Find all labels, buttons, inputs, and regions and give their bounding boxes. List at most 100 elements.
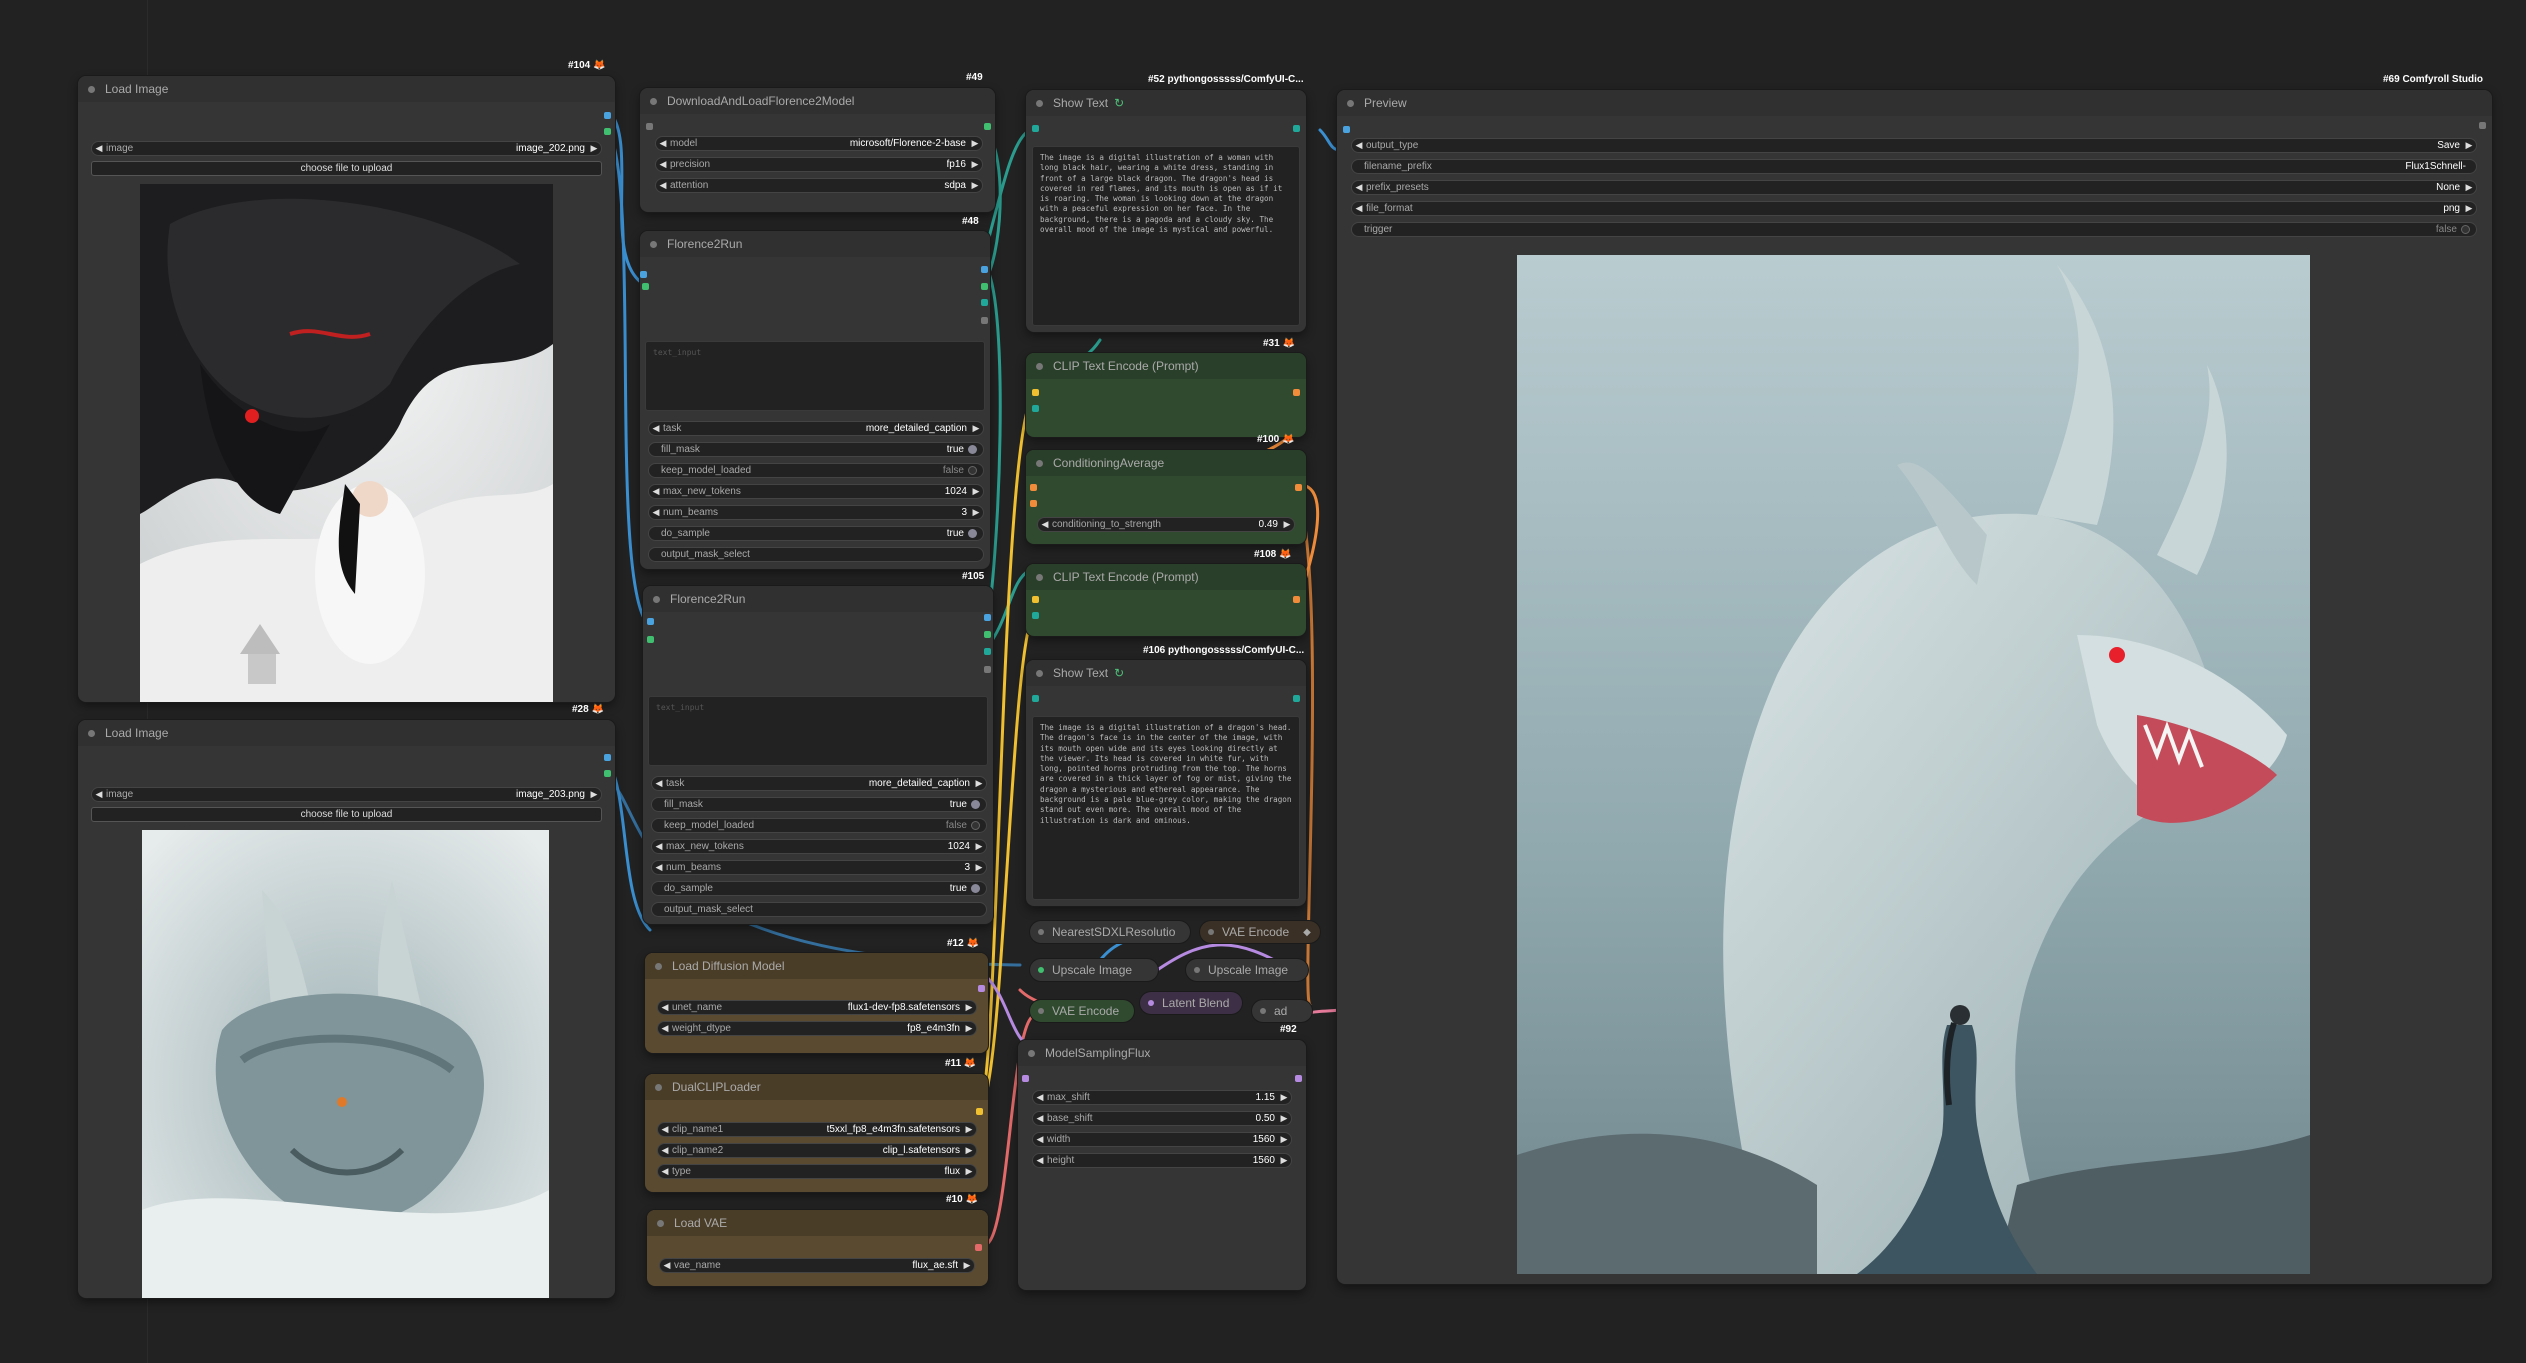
arrow-left-icon[interactable]: ◀ — [1033, 1155, 1047, 1166]
output-port-string[interactable] — [1293, 695, 1300, 702]
output-port-image[interactable] — [604, 754, 611, 761]
caption-text-display[interactable]: The image is a digital illustration of a… — [1032, 146, 1300, 326]
arrow-right-icon[interactable]: ▶ — [962, 1166, 976, 1177]
toggle-keep-model-loaded[interactable]: keep_model_loaded false — [648, 463, 984, 478]
input-port-images[interactable] — [1343, 126, 1350, 133]
arrow-left-icon[interactable]: ◀ — [658, 1145, 672, 1156]
arrow-right-icon[interactable]: ▶ — [587, 143, 601, 154]
toggle-off-icon[interactable] — [968, 466, 977, 475]
load-diffusion-model-node[interactable]: Load Diffusion Model ◀ unet_name flux1-dev… — [645, 953, 988, 1053]
collapse-dot-icon[interactable] — [1194, 967, 1200, 973]
show-text-node-1[interactable]: Show Text ↻ The image is a digital illust… — [1026, 90, 1306, 332]
input-port-clip[interactable] — [1032, 389, 1039, 396]
collapse-dot-icon[interactable] — [657, 1219, 664, 1227]
arrow-left-icon[interactable]: ◀ — [92, 789, 106, 800]
input-port-text[interactable] — [1032, 695, 1039, 702]
widget-model[interactable]: ◀ model microsoft/Florence-2-base ▶ — [655, 136, 983, 151]
arrow-right-icon[interactable]: ▶ — [2462, 140, 2476, 151]
conditioning-average-node[interactable]: ConditioningAverage ◀ conditioning_to_str… — [1026, 450, 1306, 544]
widget-task[interactable]: ◀ task more_detailed_caption ▶ — [651, 776, 987, 791]
toggle-fill-mask[interactable]: fill_mask true — [648, 442, 984, 457]
widget-height[interactable]: ◀ height 1560 ▶ — [1032, 1153, 1292, 1168]
arrow-left-icon[interactable]: ◀ — [658, 1124, 672, 1135]
collapse-dot-icon[interactable] — [1148, 1000, 1154, 1006]
input-port-model[interactable] — [1022, 1075, 1029, 1082]
widget-num-beams[interactable]: ◀ num_beams 3 ▶ — [648, 505, 984, 520]
output-port-data[interactable] — [984, 666, 991, 673]
clip-text-encode-node-2[interactable]: CLIP Text Encode (Prompt) — [1026, 564, 1306, 636]
widget-type[interactable]: ◀ type flux ▶ — [657, 1164, 977, 1179]
arrow-right-icon[interactable]: ▶ — [962, 1124, 976, 1135]
output-port-model[interactable] — [984, 123, 991, 130]
widget-conditioning-to-strength[interactable]: ◀ conditioning_to_strength 0.49 ▶ — [1037, 517, 1295, 532]
output-port-mask[interactable] — [984, 631, 991, 638]
collapse-dot-icon[interactable] — [1036, 362, 1043, 370]
widget-output-type[interactable]: ◀ output_type Save ▶ — [1351, 138, 2477, 153]
output-port-images[interactable] — [2479, 122, 2486, 129]
load-image-node-1[interactable]: Load Image ◀ image image_202.png ▶ choos… — [78, 76, 615, 702]
arrow-left-icon[interactable]: ◀ — [658, 1002, 672, 1013]
arrow-left-icon[interactable]: ◀ — [652, 841, 666, 852]
collapse-dot-icon[interactable] — [1028, 1049, 1035, 1057]
widget-clip-name1[interactable]: ◀ clip_name1 t5xxl_fp8_e4m3fn.safetensors ▶ — [657, 1122, 977, 1137]
arrow-left-icon[interactable]: ◀ — [656, 159, 670, 170]
input-port-lora[interactable] — [646, 123, 653, 130]
arrow-right-icon[interactable]: ▶ — [1277, 1134, 1291, 1145]
arrow-right-icon[interactable]: ▶ — [587, 789, 601, 800]
arrow-left-icon[interactable]: ◀ — [1352, 182, 1366, 193]
dual-clip-loader-node[interactable]: DualCLIPLoader ◀ clip_name1 t5xxl_fp8_e4m3… — [645, 1074, 988, 1192]
collapse-dot-icon[interactable] — [1208, 929, 1214, 935]
widget-prefix-presets[interactable]: ◀ prefix_presets None ▶ — [1351, 180, 2477, 195]
input-port-model[interactable] — [642, 283, 649, 290]
image-select-widget[interactable]: ◀ image image_203.png ▶ — [91, 787, 602, 802]
output-port-image[interactable] — [984, 614, 991, 621]
output-port-image[interactable] — [981, 266, 988, 273]
output-port-conditioning[interactable] — [1293, 596, 1300, 603]
arrow-left-icon[interactable]: ◀ — [1033, 1134, 1047, 1145]
arrow-left-icon[interactable]: ◀ — [1033, 1113, 1047, 1124]
arrow-left-icon[interactable]: ◀ — [658, 1023, 672, 1034]
collapse-dot-icon[interactable] — [1038, 967, 1044, 973]
toggle-keep-model-loaded[interactable]: keep_model_loaded false — [651, 818, 987, 833]
arrow-left-icon[interactable]: ◀ — [649, 486, 663, 497]
widget-weight-dtype[interactable]: ◀ weight_dtype fp8_e4m3fn ▶ — [657, 1021, 977, 1036]
collapse-dot-icon[interactable] — [1260, 1008, 1266, 1014]
toggle-do-sample[interactable]: do_sample true — [648, 526, 984, 541]
arrow-right-icon[interactable]: ▶ — [1280, 519, 1294, 530]
input-port-conditioning-from[interactable] — [1030, 500, 1037, 507]
load-vae-node[interactable]: Load VAE ◀ vae_name flux_ae.sft ▶ — [647, 1210, 988, 1286]
input-port-text[interactable] — [1032, 612, 1039, 619]
ad-node[interactable]: ad — [1252, 1000, 1312, 1022]
widget-max-new-tokens[interactable]: ◀ max_new_tokens 1024 ▶ — [651, 839, 987, 854]
input-port-image[interactable] — [640, 271, 647, 278]
image-select-widget[interactable]: ◀ image image_202.png ▶ — [91, 141, 602, 156]
collapse-dot-icon[interactable] — [1038, 929, 1044, 935]
collapse-dot-icon[interactable] — [88, 729, 95, 737]
output-port-conditioning[interactable] — [1295, 484, 1302, 491]
arrow-left-icon[interactable]: ◀ — [1038, 519, 1052, 530]
input-port-model[interactable] — [647, 636, 654, 643]
collapse-dot-icon[interactable] — [655, 1083, 662, 1091]
arrow-right-icon[interactable]: ▶ — [972, 778, 986, 789]
text-input-area[interactable]: text_input — [645, 341, 985, 411]
toggle-on-icon[interactable] — [968, 529, 977, 538]
collapse-dot-icon[interactable] — [1036, 669, 1043, 677]
arrow-right-icon[interactable]: ▶ — [968, 138, 982, 149]
arrow-right-icon[interactable]: ▶ — [1277, 1092, 1291, 1103]
arrow-left-icon[interactable]: ◀ — [1352, 203, 1366, 214]
output-port-caption[interactable] — [981, 299, 988, 306]
output-port-model[interactable] — [1295, 1075, 1302, 1082]
toggle-off-icon[interactable] — [971, 821, 980, 830]
widget-attention[interactable]: ◀ attention sdpa ▶ — [655, 178, 983, 193]
collapse-dot-icon[interactable] — [650, 240, 657, 248]
output-port-mask[interactable] — [604, 770, 611, 777]
arrow-left-icon[interactable]: ◀ — [658, 1166, 672, 1177]
arrow-left-icon[interactable]: ◀ — [656, 138, 670, 149]
arrow-right-icon[interactable]: ▶ — [969, 486, 983, 497]
arrow-right-icon[interactable]: ▶ — [969, 507, 983, 518]
text-output-mask-select[interactable]: output_mask_select — [651, 902, 987, 917]
input-port-clip[interactable] — [1032, 596, 1039, 603]
load-image-node-2[interactable]: Load Image ◀ image image_203.png ▶ choos… — [78, 720, 615, 1298]
arrow-right-icon[interactable]: ▶ — [1277, 1155, 1291, 1166]
arrow-left-icon[interactable]: ◀ — [649, 423, 663, 434]
